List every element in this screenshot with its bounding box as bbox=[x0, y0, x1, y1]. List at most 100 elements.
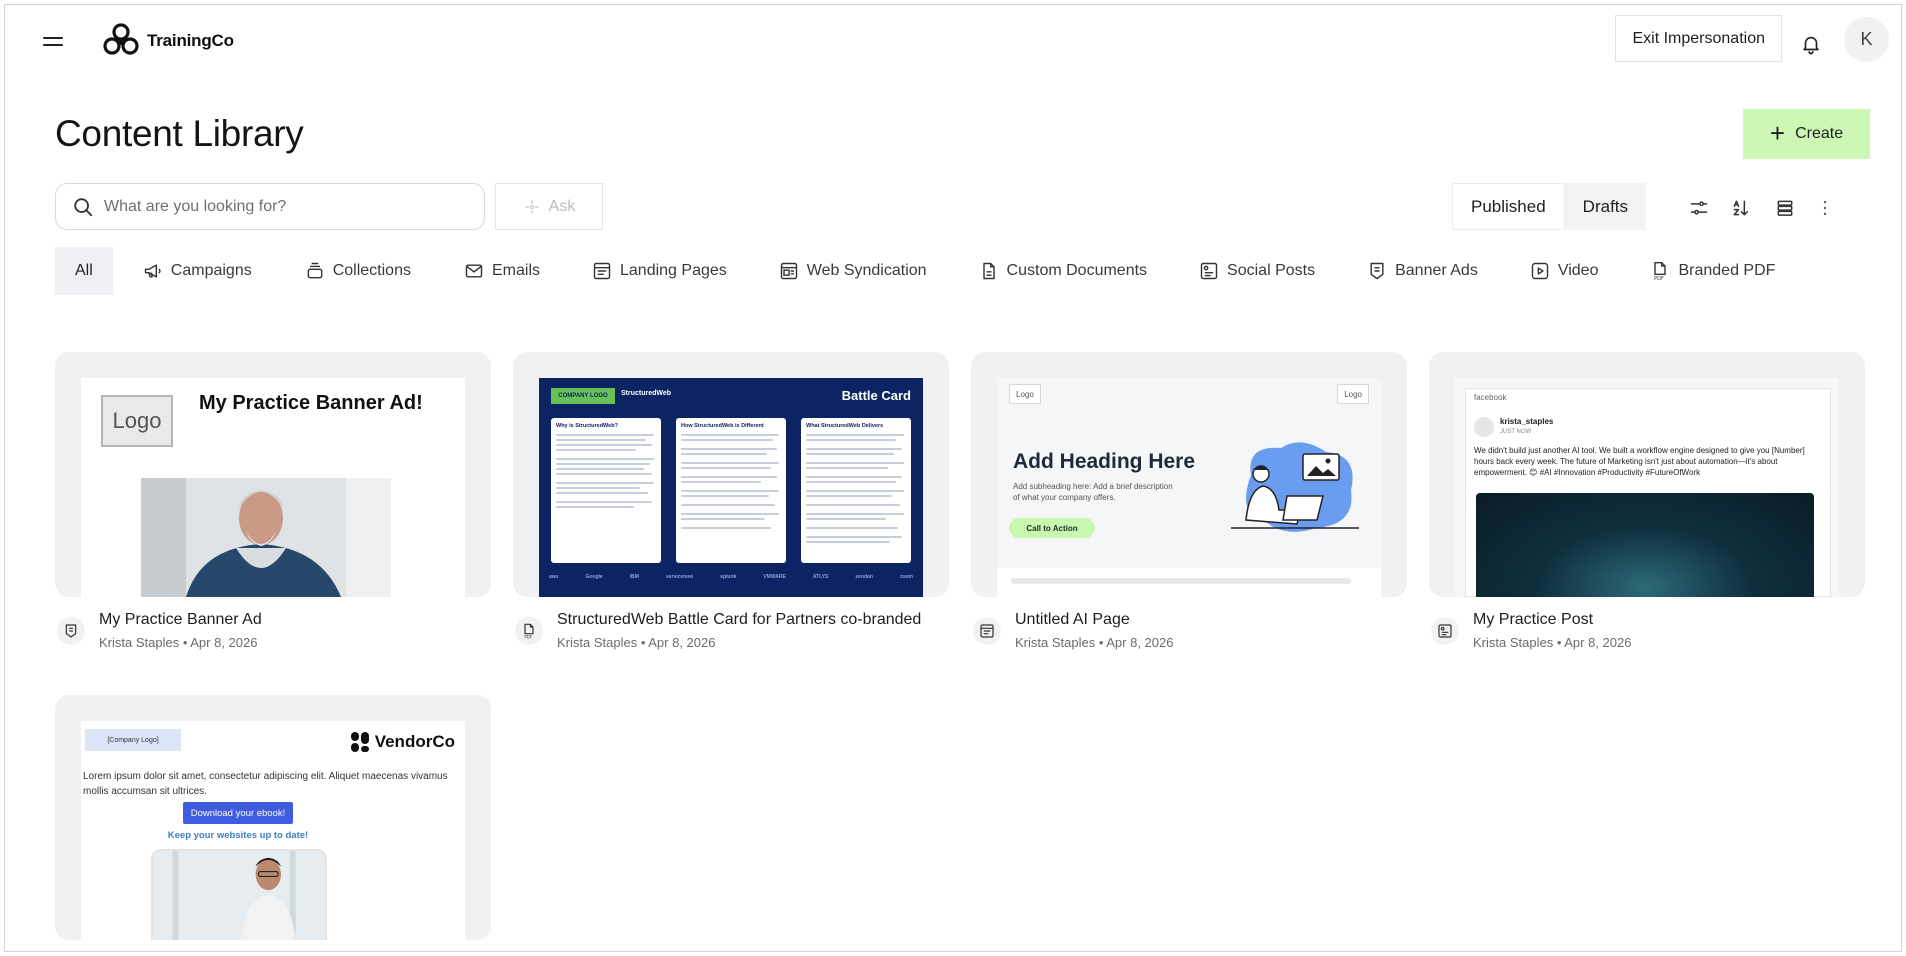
post-text: We didn't build just another AI tool. We… bbox=[1474, 446, 1805, 478]
email-body-text: Lorem ipsum dolor sit amet, consectetur … bbox=[83, 771, 448, 797]
card-title[interactable]: My Practice Banner Ad bbox=[99, 611, 262, 629]
hamburger-menu-icon[interactable] bbox=[43, 35, 63, 47]
card-subtitle: Krista Staples • Apr 8, 2026 bbox=[557, 635, 716, 650]
tab-collections[interactable]: Collections bbox=[305, 247, 411, 295]
card-meta: My Practice Banner Ad Krista Staples • A… bbox=[55, 609, 491, 669]
search-icon bbox=[74, 197, 93, 216]
post-time: JUST NOW bbox=[1500, 429, 1532, 435]
exit-impersonation-button[interactable]: Exit Impersonation bbox=[1615, 15, 1782, 62]
card-date: Apr 8, 2026 bbox=[1564, 635, 1632, 650]
app-logo[interactable]: TrainingCo bbox=[101, 21, 234, 61]
tab-video[interactable]: Video bbox=[1530, 247, 1598, 295]
brand-name: VendorCo bbox=[374, 732, 455, 751]
card-meta: PDF StructuredWeb Battle Card for Partne… bbox=[513, 609, 949, 669]
drafts-toggle[interactable]: Drafts bbox=[1565, 183, 1646, 230]
card-author: Krista Staples bbox=[557, 635, 638, 650]
card-author: Krista Staples bbox=[99, 635, 180, 650]
preview-headline: Battle Card bbox=[841, 388, 911, 403]
social-post-icon bbox=[1431, 617, 1459, 645]
published-toggle[interactable]: Published bbox=[1452, 183, 1565, 230]
content-card[interactable]: [Company Logo] VendorCo Lorem ipsum dolo… bbox=[55, 695, 491, 940]
tab-banner-ads[interactable]: Banner Ads bbox=[1367, 247, 1478, 295]
banner-ad-icon bbox=[57, 617, 85, 645]
svg-text:PDF: PDF bbox=[1655, 276, 1665, 281]
ask-label: Ask bbox=[548, 197, 576, 215]
create-button[interactable]: + Create bbox=[1743, 109, 1870, 159]
card-subtitle: Krista Staples • Apr 8, 2026 bbox=[99, 635, 258, 650]
tab-web-syndication[interactable]: Web Syndication bbox=[779, 247, 927, 295]
app-name: TrainingCo bbox=[147, 31, 234, 50]
battle-card-preview: COMPANY LOGO StructuredWeb Battle Card W… bbox=[539, 378, 923, 597]
tab-landing-pages[interactable]: Landing Pages bbox=[592, 247, 727, 295]
web-syndication-icon bbox=[780, 262, 797, 280]
card-preview[interactable]: COMPANY LOGO StructuredWeb Battle Card W… bbox=[513, 352, 949, 597]
post-image bbox=[1476, 493, 1814, 597]
avatar[interactable]: K bbox=[1844, 17, 1889, 62]
column-heading: How StructuredWeb is Different bbox=[681, 423, 764, 429]
ask-button[interactable]: Ask bbox=[495, 183, 603, 230]
card-title[interactable]: Untitled AI Page bbox=[1015, 611, 1130, 629]
document-icon bbox=[982, 262, 995, 280]
card-preview[interactable]: facebook krista_staples JUST NOW We didn… bbox=[1429, 352, 1865, 597]
preview-logo-right: Logo bbox=[1337, 384, 1369, 404]
create-button-label: Create bbox=[1795, 125, 1844, 142]
preview-cta: Call to Action bbox=[1009, 518, 1095, 538]
card-subtitle: Krista Staples • Apr 8, 2026 bbox=[1015, 635, 1174, 650]
vendorco-logo-icon bbox=[350, 732, 369, 752]
email-link: Keep your websites up to date! bbox=[167, 830, 309, 841]
landing-page-icon bbox=[973, 617, 1001, 645]
email-cta-button: Download your ebook! bbox=[183, 802, 293, 824]
battle-card-background: COMPANY LOGO StructuredWeb Battle Card W… bbox=[539, 378, 923, 597]
tab-custom-documents[interactable]: Custom Documents bbox=[979, 247, 1147, 295]
preview-logo: Logo bbox=[101, 395, 173, 447]
social-post-icon bbox=[1200, 262, 1218, 280]
content-card[interactable]: facebook krista_staples JUST NOW We didn… bbox=[1429, 352, 1865, 669]
card-title[interactable]: My Practice Post bbox=[1473, 611, 1593, 629]
bell-icon[interactable] bbox=[1800, 32, 1822, 56]
content-card[interactable]: COMPANY LOGO StructuredWeb Battle Card W… bbox=[513, 352, 949, 669]
filter-icon[interactable] bbox=[1689, 198, 1709, 218]
tab-label: Collections bbox=[332, 262, 411, 279]
sort-icon[interactable] bbox=[1731, 198, 1751, 218]
tab-emails[interactable]: Emails bbox=[464, 247, 540, 295]
column-heading: What StructuredWeb Delivers bbox=[806, 423, 884, 429]
collection-icon bbox=[307, 262, 323, 279]
email-preview: [Company Logo] VendorCo Lorem ipsum dolo… bbox=[81, 721, 465, 940]
content-card[interactable]: Logo My Practice Banner Ad! My Practice bbox=[55, 352, 491, 669]
preview-logo-left: Logo bbox=[1009, 384, 1041, 404]
tab-campaigns[interactable]: Campaigns bbox=[143, 247, 252, 295]
publish-state-toggle: Published Drafts bbox=[1452, 183, 1647, 230]
tab-all[interactable]: All bbox=[55, 247, 113, 295]
trainingco-logo-icon bbox=[103, 23, 139, 55]
tab-label: Landing Pages bbox=[620, 262, 727, 279]
search-box[interactable] bbox=[55, 183, 485, 230]
pdf-icon: PDF bbox=[515, 617, 543, 645]
tab-branded-pdf[interactable]: PDF Branded PDF bbox=[1650, 247, 1775, 295]
card-preview[interactable]: Logo Logo Add Heading Here Add subheadin… bbox=[971, 352, 1407, 597]
preview-photo bbox=[141, 478, 391, 597]
banner-ad-icon bbox=[1370, 262, 1384, 280]
card-subtitle: Krista Staples • Apr 8, 2026 bbox=[1473, 635, 1632, 650]
battle-card-column: What StructuredWeb Delivers bbox=[801, 418, 911, 563]
tab-label: All bbox=[75, 262, 93, 279]
hero-section: Logo Logo Add Heading Here Add subheadin… bbox=[997, 378, 1381, 568]
card-preview[interactable]: [Company Logo] VendorCo Lorem ipsum dolo… bbox=[55, 695, 491, 940]
preview-brand: StructuredWeb bbox=[621, 390, 672, 397]
card-title[interactable]: StructuredWeb Battle Card for Partners c… bbox=[557, 611, 921, 629]
content-card[interactable]: Logo Logo Add Heading Here Add subheadin… bbox=[971, 352, 1407, 669]
more-icon[interactable] bbox=[1815, 198, 1835, 218]
card-preview[interactable]: Logo My Practice Banner Ad! bbox=[55, 352, 491, 597]
megaphone-icon bbox=[144, 264, 161, 278]
network-label: facebook bbox=[1474, 393, 1507, 402]
battle-card-column: How StructuredWeb is Different bbox=[676, 418, 786, 563]
tab-social-posts[interactable]: Social Posts bbox=[1199, 247, 1315, 295]
search-input[interactable] bbox=[104, 197, 464, 216]
plus-icon: + bbox=[1769, 118, 1786, 148]
top-bar: TrainingCo Exit Impersonation K bbox=[5, 5, 1901, 81]
tab-label: Campaigns bbox=[170, 262, 252, 279]
landing-page-icon bbox=[593, 262, 611, 280]
battle-card-column: Why is StructuredWeb? bbox=[551, 418, 661, 563]
preview-headline: Add Heading Here bbox=[1013, 450, 1196, 473]
sparkle-icon bbox=[524, 199, 539, 214]
list-view-icon[interactable] bbox=[1775, 198, 1795, 218]
